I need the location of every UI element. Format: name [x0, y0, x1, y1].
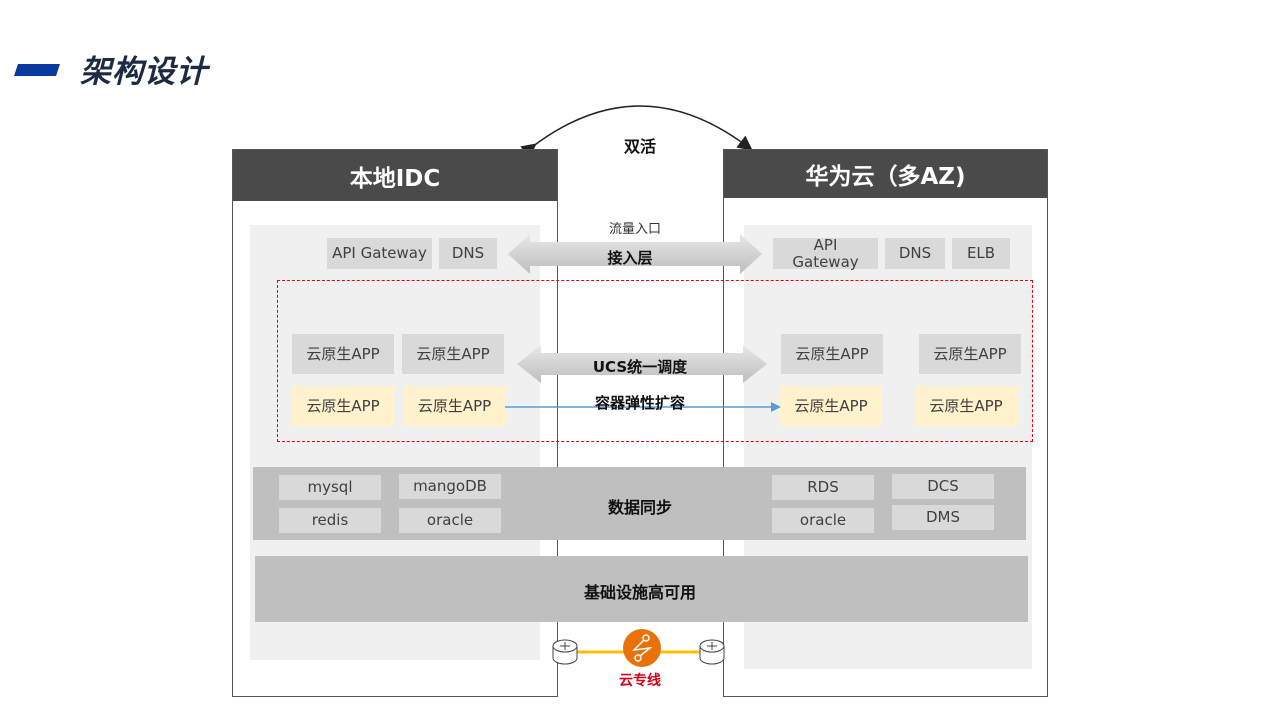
right-app-4: 云原生APP [915, 386, 1017, 426]
db-oracle-right: oracle [772, 508, 874, 533]
right-app-1: 云原生APP [781, 334, 883, 374]
left-app-2: 云原生APP [402, 334, 504, 374]
router-icon-right [699, 639, 725, 665]
db-oracle-left: oracle [399, 508, 501, 533]
dedicated-line-graphic [552, 629, 725, 667]
db-rds: RDS [772, 475, 874, 500]
dedicated-line-label: 云专线 [619, 673, 661, 689]
right-app-2: 云原生APP [919, 334, 1021, 374]
left-api-gateway: API Gateway [327, 238, 432, 269]
infra-ha-label: 基础设施高可用 [583, 583, 696, 602]
db-mangodb: mangoDB [399, 474, 501, 499]
ucs-label: UCS统一调度 [592, 358, 688, 376]
dedicated-line-icon [623, 629, 661, 667]
db-mysql: mysql [279, 475, 381, 500]
right-dns: DNS [885, 238, 945, 269]
right-app-3: 云原生APP [780, 386, 882, 426]
local-idc-header: 本地IDC [233, 150, 557, 201]
right-elb: ELB [952, 238, 1010, 269]
left-dns: DNS [439, 238, 497, 269]
active-active-label: 双活 [623, 137, 656, 156]
db-dcs: DCS [892, 474, 994, 499]
router-icon-left [552, 639, 578, 665]
title-accent-bar [14, 64, 60, 76]
db-dms: DMS [892, 505, 994, 530]
access-layer-label: 接入层 [607, 249, 653, 267]
scaling-label: 容器弹性扩容 [594, 394, 685, 412]
left-app-3: 云原生APP [292, 386, 394, 426]
huawei-cloud-header: 华为云（多AZ) [724, 150, 1047, 198]
db-redis: redis [279, 508, 381, 533]
left-app-4: 云原生APP [404, 386, 505, 426]
page-title: 架构设计 [80, 54, 208, 90]
right-api-gateway: API Gateway [773, 237, 878, 270]
data-sync-label: 数据同步 [607, 498, 672, 517]
left-app-1: 云原生APP [292, 334, 394, 374]
traffic-entry-label: 流量入口 [608, 222, 661, 237]
